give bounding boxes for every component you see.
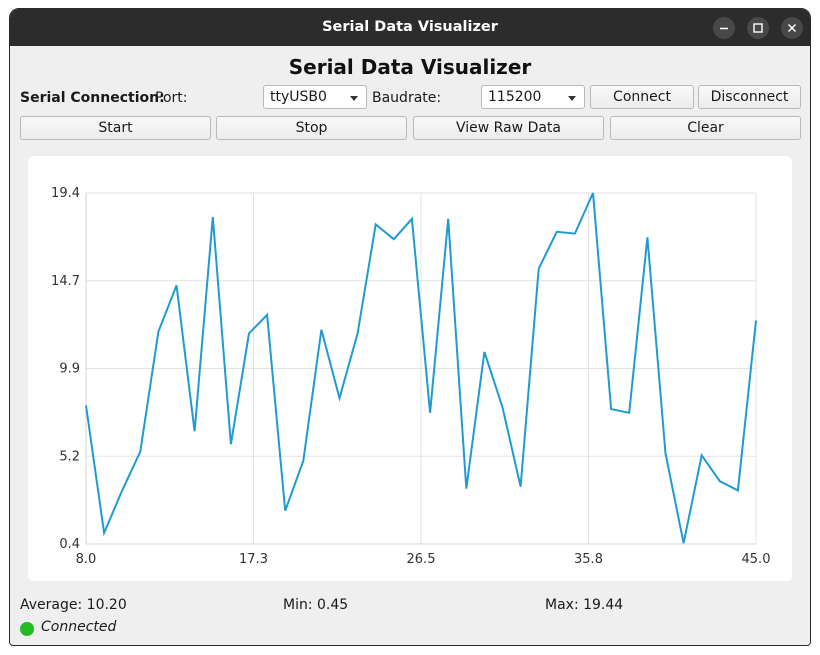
window-title: Serial Data Visualizer [322,19,498,35]
baudrate-select[interactable]: 115200 [481,85,585,109]
disconnect-button[interactable]: Disconnect [698,85,801,109]
connection-status: Connected [41,619,117,635]
status-indicator-icon [20,622,34,636]
stop-button[interactable]: Stop [216,116,407,140]
baudrate-value: 115200 [488,89,542,105]
x-tick-label: 17.3 [239,552,268,567]
minimize-icon [720,27,728,30]
maximize-icon [753,23,763,33]
x-tick-label: 35.8 [574,552,603,567]
x-tick-label: 8.0 [76,552,97,567]
x-tick-label: 26.5 [407,552,436,567]
serial-connection-label: Serial Connection: [20,90,165,106]
minimize-button[interactable] [713,17,735,39]
maximize-button[interactable] [747,17,769,39]
y-tick-label: 5.2 [59,449,80,464]
line-chart: 8.0 17.3 26.5 35.8 45.0 19.4 14.7 9.9 5.2 0.4 [51,186,771,567]
view-raw-data-button[interactable]: View Raw Data [413,116,604,140]
y-tick-label: 14.7 [51,274,80,289]
x-tick-label: 45.0 [742,552,771,567]
connect-button[interactable]: Connect [590,85,694,109]
y-tick-label: 19.4 [51,186,80,201]
min-value: Min: 0.45 [283,597,349,613]
y-tick-label: 0.4 [59,537,80,552]
app-heading: Serial Data Visualizer [288,55,532,79]
close-button[interactable] [781,17,803,39]
title-bar[interactable]: Serial Data Visualizer [10,9,810,46]
port-label: Port: [155,90,188,106]
chart-panel: 8.0 17.3 26.5 35.8 45.0 19.4 14.7 9.9 5.2 0.4 [28,156,792,581]
baudrate-label: Baudrate: [372,90,442,106]
port-value: ttyUSB0 [270,89,327,105]
chevron-down-icon [350,96,358,101]
start-button[interactable]: Start [20,116,211,140]
chevron-down-icon [568,96,576,101]
port-select[interactable]: ttyUSB0 [263,85,367,109]
app-window: Serial Data Visualizer Serial Data Visua… [9,8,811,646]
y-tick-label: 9.9 [59,362,80,377]
average-value: Average: 10.20 [20,597,127,613]
clear-button[interactable]: Clear [610,116,801,140]
max-value: Max: 19.44 [545,597,624,613]
close-icon [788,24,796,32]
